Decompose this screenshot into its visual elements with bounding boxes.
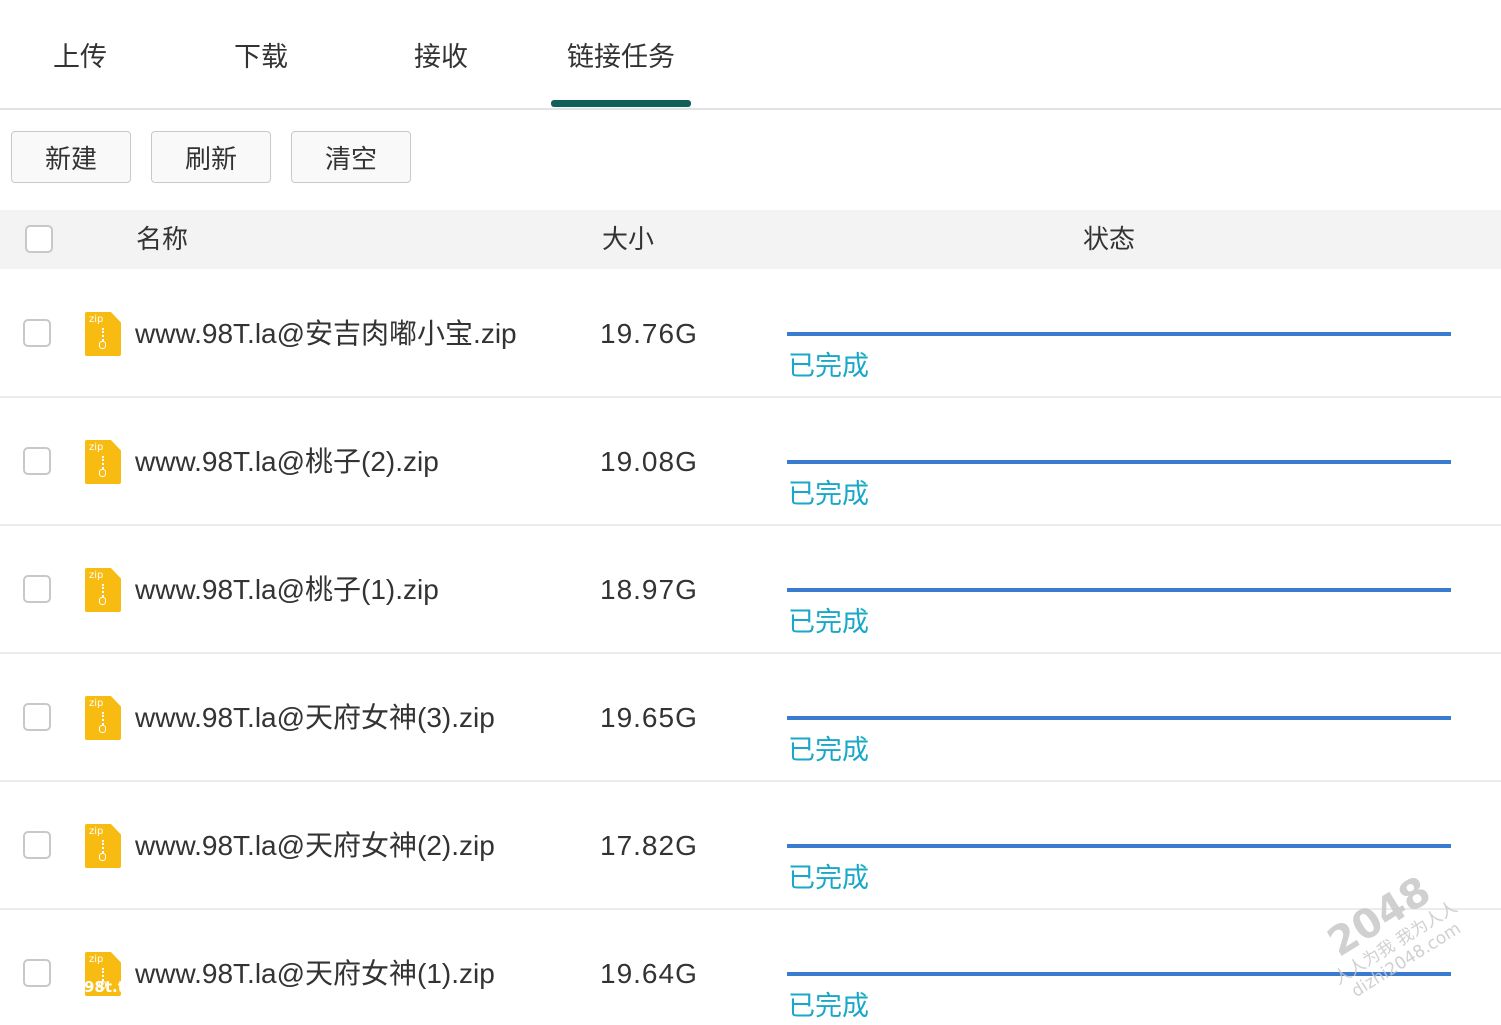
row-checkbox[interactable] <box>23 703 51 731</box>
active-tab-indicator <box>551 100 691 107</box>
file-size: 18.97G <box>600 574 698 605</box>
status-text: 已完成 <box>788 479 869 509</box>
tab-bar: 上传 下载 接收 链接任务 <box>0 0 1501 110</box>
file-size: 19.65G <box>600 702 698 733</box>
file-size: 19.64G <box>600 958 698 989</box>
file-name: www.98T.la@天府女神(1).zip <box>135 958 495 989</box>
progress-bar <box>787 460 1451 464</box>
file-size: 19.08G <box>600 446 698 477</box>
status-text: 已完成 <box>788 991 869 1021</box>
tab-upload[interactable]: 上传 <box>30 0 130 108</box>
tab-receive[interactable]: 接收 <box>391 0 491 108</box>
row-checkbox[interactable] <box>23 575 51 603</box>
zip-file-icon: zip <box>85 568 121 612</box>
file-size: 19.76G <box>600 318 698 349</box>
file-name: www.98T.la@天府女神(2).zip <box>135 830 495 861</box>
zip-file-icon: zip <box>85 440 121 484</box>
select-all-checkbox[interactable] <box>25 225 53 253</box>
table-row[interactable]: zip www.98T.la@安吉肉嘟小宝.zip 19.76G 已完成 <box>0 270 1501 398</box>
watermark-left: 98t.t <box>84 978 125 996</box>
table-row[interactable]: zip www.98T.la@桃子(2).zip 19.08G 已完成 <box>0 398 1501 526</box>
progress-bar <box>787 588 1451 592</box>
zip-file-icon: zip <box>85 696 121 740</box>
clear-button[interactable]: 清空 <box>291 131 411 183</box>
zip-file-icon: zip <box>85 824 121 868</box>
column-header-size[interactable]: 大小 <box>602 210 654 269</box>
transfer-panel: 上传 下载 接收 链接任务 新建 刷新 清空 名称 大小 状态 zip www.… <box>0 0 1501 1025</box>
new-button[interactable]: 新建 <box>11 131 131 183</box>
progress-bar <box>787 332 1451 336</box>
progress-bar <box>787 844 1451 848</box>
table-header: 名称 大小 状态 <box>0 210 1501 269</box>
tab-download[interactable]: 下载 <box>211 0 311 108</box>
column-header-status: 状态 <box>1083 224 1136 254</box>
row-checkbox[interactable] <box>23 319 51 347</box>
column-header-name[interactable]: 名称 <box>136 210 188 269</box>
row-checkbox[interactable] <box>23 447 51 475</box>
table-row[interactable]: zip www.98T.la@天府女神(2).zip 17.82G 已完成 <box>0 782 1501 910</box>
row-checkbox[interactable] <box>23 831 51 859</box>
task-list: zip www.98T.la@安吉肉嘟小宝.zip 19.76G 已完成 zip… <box>0 270 1501 1025</box>
refresh-button[interactable]: 刷新 <box>151 131 271 183</box>
file-name: www.98T.la@安吉肉嘟小宝.zip <box>135 318 517 349</box>
table-row[interactable]: zip www.98T.la@天府女神(3).zip 19.65G 已完成 <box>0 654 1501 782</box>
file-name: www.98T.la@桃子(2).zip <box>135 446 439 477</box>
table-row[interactable]: zip www.98T.la@天府女神(1).zip 19.64G 已完成 <box>0 910 1501 1025</box>
status-text: 已完成 <box>788 351 869 381</box>
progress-bar <box>787 716 1451 720</box>
status-text: 已完成 <box>788 607 869 637</box>
file-name: www.98T.la@桃子(1).zip <box>135 574 439 605</box>
status-text: 已完成 <box>788 735 869 765</box>
file-size: 17.82G <box>600 830 698 861</box>
table-row[interactable]: zip www.98T.la@桃子(1).zip 18.97G 已完成 <box>0 526 1501 654</box>
status-text: 已完成 <box>788 863 869 893</box>
row-checkbox[interactable] <box>23 959 51 987</box>
file-name: www.98T.la@天府女神(3).zip <box>135 702 495 733</box>
tab-link-tasks[interactable]: 链接任务 <box>551 0 691 108</box>
zip-file-icon: zip <box>85 312 121 356</box>
